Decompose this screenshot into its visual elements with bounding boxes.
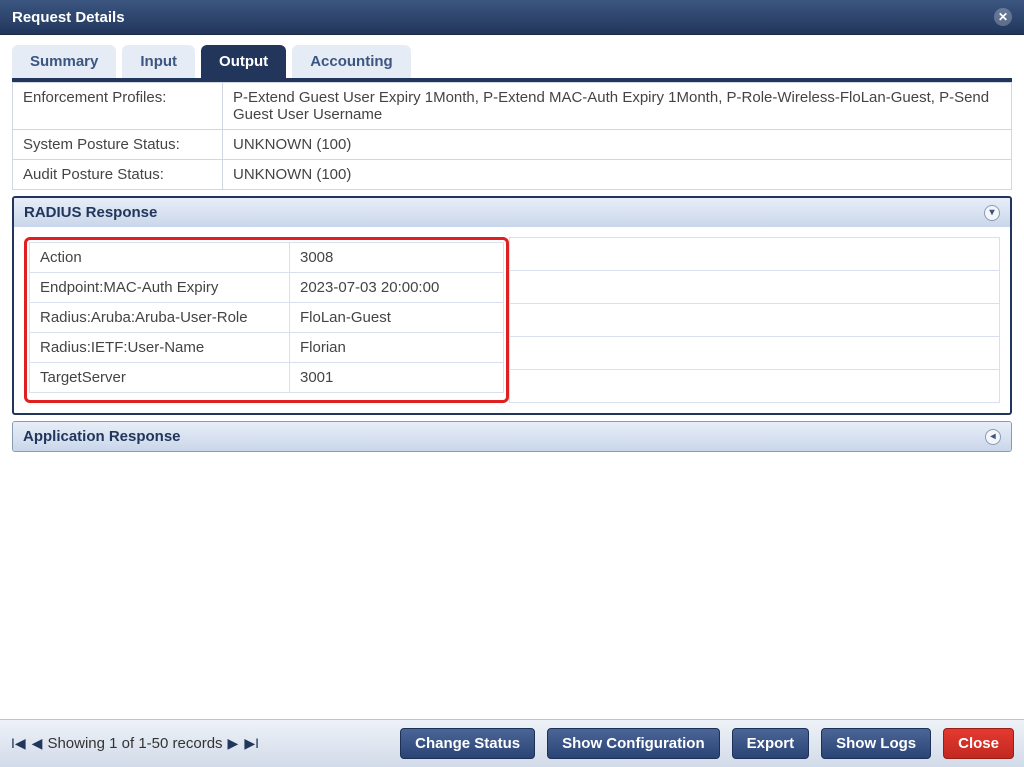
table-row: TargetServer 3001 (30, 363, 504, 393)
kv-value: 3008 (290, 243, 504, 273)
radius-kv-table: Action 3008 Endpoint:MAC-Auth Expiry 202… (29, 242, 504, 393)
kv-key: Radius:IETF:User-Name (30, 333, 290, 363)
kv-key: Endpoint:MAC-Auth Expiry (30, 273, 290, 303)
dialog-footer: I◀ ◀ Showing 1 of 1-50 records ▶ ▶I Chan… (0, 719, 1024, 767)
kv-value: FloLan-Guest (290, 303, 504, 333)
radius-response-panel: RADIUS Response ▾ Action 3008 Endpoint:M… (12, 196, 1012, 415)
table-row (510, 238, 1000, 271)
table-row: Radius:IETF:User-Name Florian (30, 333, 504, 363)
summary-value: UNKNOWN (100) (223, 160, 1012, 190)
kv-key: Action (30, 243, 290, 273)
show-logs-button[interactable]: Show Logs (821, 728, 931, 759)
panel-header[interactable]: Application Response ◂ (13, 422, 1011, 451)
tab-summary[interactable]: Summary (12, 45, 116, 78)
dialog-title: Request Details (12, 9, 125, 26)
tab-input[interactable]: Input (122, 45, 195, 78)
show-configuration-button[interactable]: Show Configuration (547, 728, 719, 759)
summary-label: Audit Posture Status: (13, 160, 223, 190)
pager-text: Showing 1 of 1-50 records (47, 735, 222, 752)
panel-title: RADIUS Response (24, 204, 157, 221)
footer-buttons: Change Status Show Configuration Export … (400, 728, 1014, 759)
table-row (510, 337, 1000, 370)
tab-bar: Summary Input Output Accounting (12, 45, 1012, 82)
close-icon[interactable]: ✕ (994, 8, 1012, 26)
chevron-down-icon[interactable]: ▾ (984, 205, 1000, 221)
dialog-content: Summary Input Output Accounting Enforcem… (0, 35, 1024, 719)
table-row: Audit Posture Status: UNKNOWN (100) (13, 160, 1012, 190)
prev-page-icon[interactable]: ◀ (31, 735, 44, 752)
request-details-dialog: Request Details ✕ Summary Input Output A… (0, 0, 1024, 767)
summary-label: System Posture Status: (13, 130, 223, 160)
kv-value: Florian (290, 333, 504, 363)
change-status-button[interactable]: Change Status (400, 728, 535, 759)
output-summary-table: Enforcement Profiles: P-Extend Guest Use… (12, 82, 1012, 190)
panel-body: Action 3008 Endpoint:MAC-Auth Expiry 202… (14, 227, 1010, 413)
table-row: Radius:Aruba:Aruba-User-Role FloLan-Gues… (30, 303, 504, 333)
table-row: Enforcement Profiles: P-Extend Guest Use… (13, 83, 1012, 130)
last-page-icon[interactable]: ▶I (243, 735, 260, 752)
table-row (510, 370, 1000, 403)
export-button[interactable]: Export (732, 728, 810, 759)
table-row: Action 3008 (30, 243, 504, 273)
dialog-titlebar: Request Details ✕ (0, 0, 1024, 35)
table-row (510, 304, 1000, 337)
tab-accounting[interactable]: Accounting (292, 45, 411, 78)
next-page-icon[interactable]: ▶ (227, 735, 240, 752)
panel-header[interactable]: RADIUS Response ▾ (14, 198, 1010, 227)
kv-value: 2023-07-03 20:00:00 (290, 273, 504, 303)
radius-kv-table-rest (509, 237, 1000, 403)
radius-highlight-box: Action 3008 Endpoint:MAC-Auth Expiry 202… (24, 237, 509, 403)
pager: I◀ ◀ Showing 1 of 1-50 records ▶ ▶I (10, 735, 260, 752)
table-row: Endpoint:MAC-Auth Expiry 2023-07-03 20:0… (30, 273, 504, 303)
chevron-left-icon[interactable]: ◂ (985, 429, 1001, 445)
kv-key: TargetServer (30, 363, 290, 393)
kv-value: 3001 (290, 363, 504, 393)
summary-label: Enforcement Profiles: (13, 83, 223, 130)
kv-key: Radius:Aruba:Aruba-User-Role (30, 303, 290, 333)
tab-output[interactable]: Output (201, 45, 286, 78)
first-page-icon[interactable]: I◀ (10, 735, 27, 752)
panel-title: Application Response (23, 428, 181, 445)
summary-value: UNKNOWN (100) (223, 130, 1012, 160)
application-response-panel: Application Response ◂ (12, 421, 1012, 452)
table-row: System Posture Status: UNKNOWN (100) (13, 130, 1012, 160)
table-row (510, 271, 1000, 304)
summary-value: P-Extend Guest User Expiry 1Month, P-Ext… (223, 83, 1012, 130)
close-button[interactable]: Close (943, 728, 1014, 759)
